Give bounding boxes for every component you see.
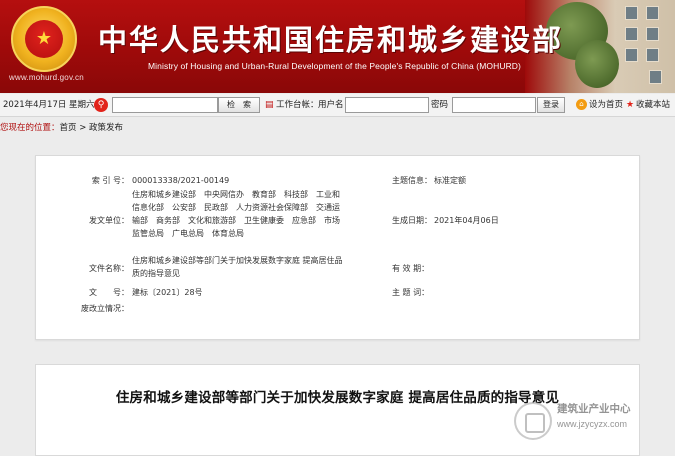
article-panel: 住房和城乡建设部等部门关于加快发展数字家庭 提高居住品质的指导意见 <box>35 364 640 456</box>
tree-foliage <box>575 40 619 88</box>
filename-value: 住房和城乡建设部等部门关于加快发展数字家庭 提高居住品质的指导意见 <box>132 256 343 278</box>
password-input[interactable] <box>452 97 536 113</box>
username-label: 用户名 <box>318 100 344 110</box>
validity-label: 有 效 期： <box>392 264 430 273</box>
abolish-label: 废改立情况： <box>81 304 129 313</box>
add-favorite-link[interactable]: 收藏本站 <box>636 94 670 116</box>
username-input[interactable] <box>345 97 429 113</box>
current-date: 2021年4月17日 星期六 <box>3 100 95 110</box>
docno-label: 文 号： <box>89 288 129 297</box>
issuer-value: 住房和城乡建设部 中央网信办 教育部 科技部 工业和信息化部 公安部 民政部 人… <box>132 190 340 238</box>
category-label: 主题信息： <box>392 176 432 185</box>
watermark-text: 建筑业产业中心 <box>557 403 631 415</box>
index-value: 000013338/2021-00149 <box>132 176 230 185</box>
category-value: 标准定额 <box>434 176 466 185</box>
search-button[interactable]: 检 索 <box>218 97 260 113</box>
location-label: 您现在的位置： <box>0 123 60 133</box>
top-toolbar: 2021年4月17日 星期六 ⚲ 检 索 ▤ 工作台帐： 用户名 密码 登录 ⌂… <box>0 94 675 117</box>
ministry-english-title: Ministry of Housing and Urban-Rural Deve… <box>148 61 521 71</box>
breadcrumb-path[interactable]: 首页 > 政策发布 <box>60 123 124 133</box>
login-button[interactable]: 登录 <box>537 97 565 113</box>
document-info-panel: 索 引 号： 000013338/2021-00149 主题信息： 标准定额 发… <box>35 155 640 340</box>
home-icon: ⌂ <box>576 99 587 110</box>
site-header-banner: ★ www.mohurd.gov.cn 中华人民共和国住房和城乡建设部 Mini… <box>0 0 675 93</box>
watermark-url: www.jzycyzx.com <box>557 419 628 429</box>
date-value: 2021年04月06日 <box>434 216 499 225</box>
national-emblem-icon[interactable]: ★ <box>11 6 77 72</box>
ministry-title[interactable]: 中华人民共和国住房和城乡建设部 <box>98 17 563 59</box>
article-title: 住房和城乡建设部等部门关于加快发展数字家庭 提高居住品质的指导意见 <box>115 390 560 406</box>
docno-value: 建标〔2021〕28号 <box>132 288 203 297</box>
breadcrumb: 您现在的位置：首页 > 政策发布 <box>0 120 123 136</box>
workbench-icon: ▤ <box>265 100 274 110</box>
date-label: 生成日期： <box>392 216 432 225</box>
password-label: 密码 <box>431 100 449 110</box>
search-input[interactable] <box>112 97 218 113</box>
set-homepage-link[interactable]: 设为首页 <box>589 94 623 116</box>
workbench-label: 工作台帐： <box>276 100 319 110</box>
watermark-logo-icon <box>514 402 552 440</box>
issuer-label: 发文单位： <box>89 216 129 225</box>
subject-label: 主 题 词： <box>392 288 430 297</box>
star-icon: ★ <box>626 100 635 110</box>
index-label: 索 引 号： <box>91 176 129 185</box>
site-url: www.mohurd.gov.cn <box>9 73 84 82</box>
filename-label: 文件名称： <box>89 264 129 273</box>
search-icon[interactable]: ⚲ <box>94 98 108 112</box>
